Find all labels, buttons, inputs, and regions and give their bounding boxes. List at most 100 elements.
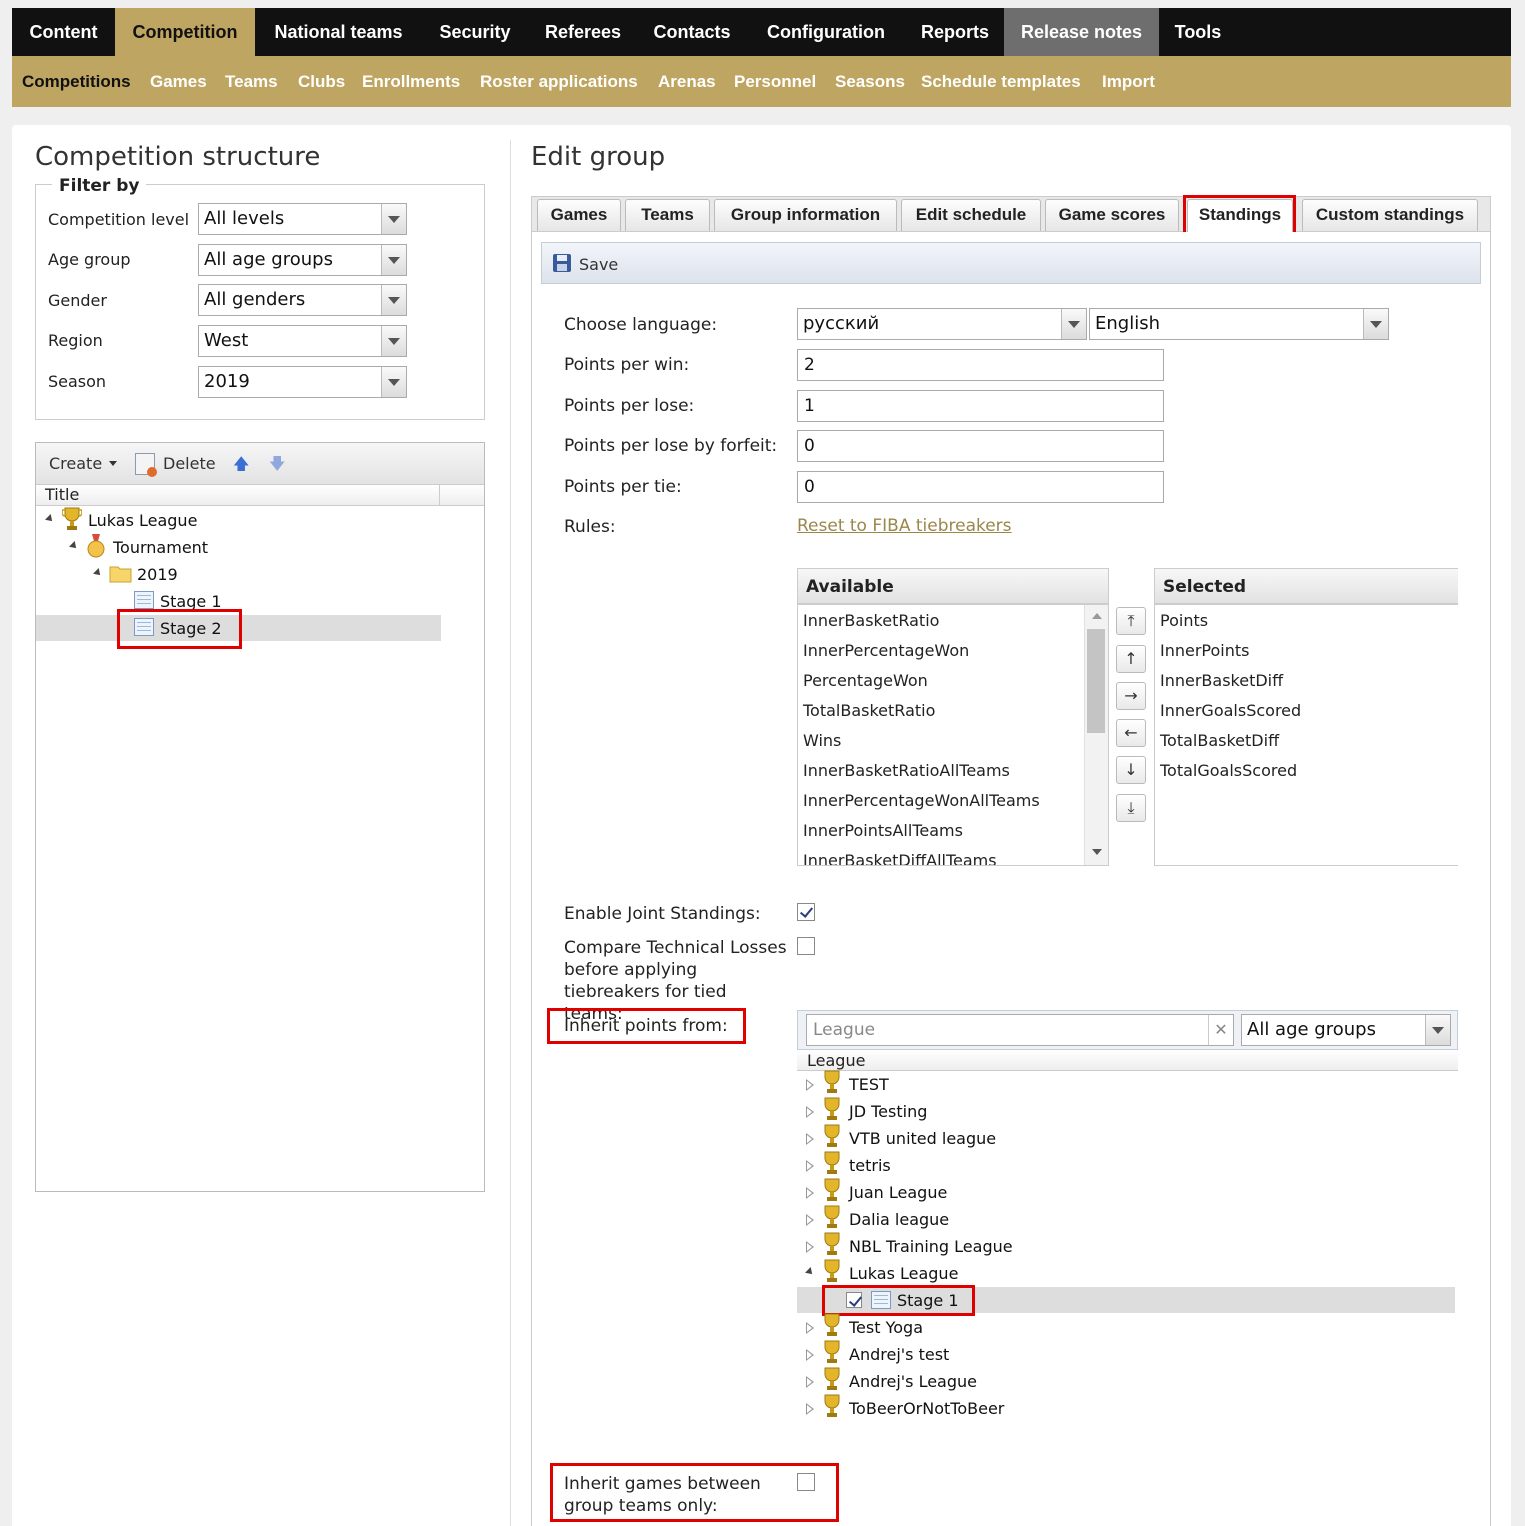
arrow-down-icon[interactable]: 🡇 (269, 456, 285, 472)
subnav-competitions[interactable]: Competitions (22, 56, 131, 107)
league-item-tobeer[interactable]: ToBeerOrNotToBeer (849, 1399, 1004, 1418)
selected-item[interactable]: Points (1160, 611, 1208, 630)
technical-losses-checkbox[interactable] (797, 937, 815, 955)
inherit-age-group-select[interactable]: All age groups (1241, 1014, 1451, 1046)
chevron-down-icon[interactable] (1425, 1015, 1450, 1045)
move-down-button[interactable]: ↓ (1116, 756, 1146, 784)
expand-icon[interactable] (806, 1106, 814, 1118)
tab-games[interactable]: Games (537, 199, 621, 231)
expand-icon[interactable] (806, 1376, 814, 1388)
caret-down-icon[interactable] (109, 461, 117, 466)
clear-icon[interactable]: ✕ (1208, 1015, 1233, 1045)
subnav-enrollments[interactable]: Enrollments (362, 56, 460, 107)
expand-icon[interactable] (806, 1322, 814, 1334)
league-item-juan[interactable]: Juan League (849, 1183, 947, 1202)
scrollbar-thumb[interactable] (1087, 629, 1105, 733)
subnav-personnel[interactable]: Personnel (734, 56, 816, 107)
available-item[interactable]: InnerBasketDiffAllTeams (803, 851, 997, 865)
nav-referees[interactable]: Referees (528, 8, 638, 56)
tab-edit-schedule[interactable]: Edit schedule (901, 199, 1041, 231)
available-list[interactable]: InnerBasketRatio InnerPercentageWon Perc… (797, 604, 1109, 866)
move-top-button[interactable]: ⤒ (1116, 607, 1146, 635)
nav-configuration[interactable]: Configuration (746, 8, 906, 56)
tab-group-information[interactable]: Group information (714, 199, 897, 231)
expand-icon[interactable] (806, 1214, 814, 1226)
league-item-jd-testing[interactable]: JD Testing (849, 1102, 927, 1121)
points-per-win-input[interactable]: 2 (797, 349, 1164, 381)
expand-icon[interactable] (806, 1241, 814, 1253)
selected-item[interactable]: TotalGoalsScored (1160, 761, 1297, 780)
available-item[interactable]: InnerPercentageWon (803, 641, 969, 660)
arrow-up-icon[interactable]: 🡅 (233, 456, 249, 472)
tree-node-season[interactable]: 2019 (137, 565, 178, 584)
nav-content[interactable]: Content (12, 8, 115, 56)
expand-icon[interactable] (806, 1133, 814, 1145)
nav-contacts[interactable]: Contacts (638, 8, 746, 56)
save-button[interactable]: Save (579, 255, 618, 274)
expand-icon[interactable] (806, 1160, 814, 1172)
chevron-down-icon[interactable] (381, 245, 406, 275)
joint-standings-checkbox[interactable] (797, 903, 815, 921)
subnav-clubs[interactable]: Clubs (298, 56, 345, 107)
available-item[interactable]: Wins (803, 731, 841, 750)
nav-national-teams[interactable]: National teams (255, 8, 422, 56)
language-select-2[interactable]: English (1089, 308, 1389, 340)
subnav-games[interactable]: Games (150, 56, 207, 107)
expand-icon[interactable] (806, 1079, 814, 1091)
subnav-roster-applications[interactable]: Roster applications (480, 56, 638, 107)
subnav-schedule-templates[interactable]: Schedule templates (921, 56, 1081, 107)
available-item[interactable]: InnerBasketRatio (803, 611, 939, 630)
competition-level-select[interactable]: All levels (198, 203, 407, 235)
expand-icon[interactable] (806, 1349, 814, 1361)
season-select[interactable]: 2019 (198, 366, 407, 398)
league-item-tetris[interactable]: tetris (849, 1156, 891, 1175)
available-item[interactable]: TotalBasketRatio (803, 701, 935, 720)
selected-item[interactable]: InnerPoints (1160, 641, 1249, 660)
expand-icon[interactable] (806, 1403, 814, 1415)
league-item-nbl[interactable]: NBL Training League (849, 1237, 1013, 1256)
move-up-button[interactable]: ↑ (1116, 645, 1146, 673)
chevron-down-icon[interactable] (1061, 309, 1086, 339)
nav-release-notes[interactable]: Release notes (1004, 8, 1159, 56)
age-group-select[interactable]: All age groups (198, 244, 407, 276)
tab-custom-standings[interactable]: Custom standings (1302, 199, 1478, 231)
league-item-lukas[interactable]: Lukas League (849, 1264, 958, 1283)
nav-competition[interactable]: Competition (115, 8, 255, 56)
reset-fiba-link[interactable]: Reset to FIBA tiebreakers (797, 516, 1012, 536)
league-item-andrejs-test[interactable]: Andrej's test (849, 1345, 949, 1364)
save-icon[interactable] (552, 253, 572, 273)
tab-teams[interactable]: Teams (625, 199, 710, 231)
tree-node-league[interactable]: Lukas League (88, 511, 197, 530)
scroll-up-icon[interactable] (1092, 613, 1102, 619)
selected-item[interactable]: InnerGoalsScored (1160, 701, 1301, 720)
scrollbar[interactable] (1084, 605, 1108, 865)
selected-list[interactable]: Points InnerPoints InnerBasketDiff Inner… (1154, 604, 1458, 866)
delete-button[interactable]: Delete (163, 454, 216, 473)
move-bottom-button[interactable]: ⤓ (1116, 794, 1146, 822)
chevron-down-icon[interactable] (381, 285, 406, 315)
points-per-forfeit-input[interactable]: 0 (797, 430, 1164, 462)
chevron-down-icon[interactable] (381, 204, 406, 234)
subnav-arenas[interactable]: Arenas (658, 56, 716, 107)
create-button[interactable]: Create (49, 454, 102, 473)
language-select-1[interactable]: русский (797, 308, 1087, 340)
available-item[interactable]: PercentageWon (803, 671, 928, 690)
nav-reports[interactable]: Reports (906, 8, 1004, 56)
league-item-test[interactable]: TEST (849, 1075, 889, 1094)
delete-icon[interactable] (135, 453, 157, 477)
chevron-down-icon[interactable] (381, 326, 406, 356)
remove-from-selected-button[interactable]: ← (1116, 719, 1146, 747)
tree-node-tournament[interactable]: Tournament (113, 538, 208, 557)
selected-item[interactable]: InnerBasketDiff (1160, 671, 1283, 690)
selected-item[interactable]: TotalBasketDiff (1160, 731, 1279, 750)
available-item[interactable]: InnerPercentageWonAllTeams (803, 791, 1040, 810)
region-select[interactable]: West (198, 325, 407, 357)
subnav-import[interactable]: Import (1102, 56, 1155, 107)
available-item[interactable]: InnerBasketRatioAllTeams (803, 761, 1010, 780)
subnav-seasons[interactable]: Seasons (835, 56, 905, 107)
points-per-lose-input[interactable]: 1 (797, 390, 1164, 422)
league-item-vtb[interactable]: VTB united league (849, 1129, 996, 1148)
tab-game-scores[interactable]: Game scores (1045, 199, 1179, 231)
nav-tools[interactable]: Tools (1159, 8, 1237, 56)
league-item-dalia[interactable]: Dalia league (849, 1210, 949, 1229)
